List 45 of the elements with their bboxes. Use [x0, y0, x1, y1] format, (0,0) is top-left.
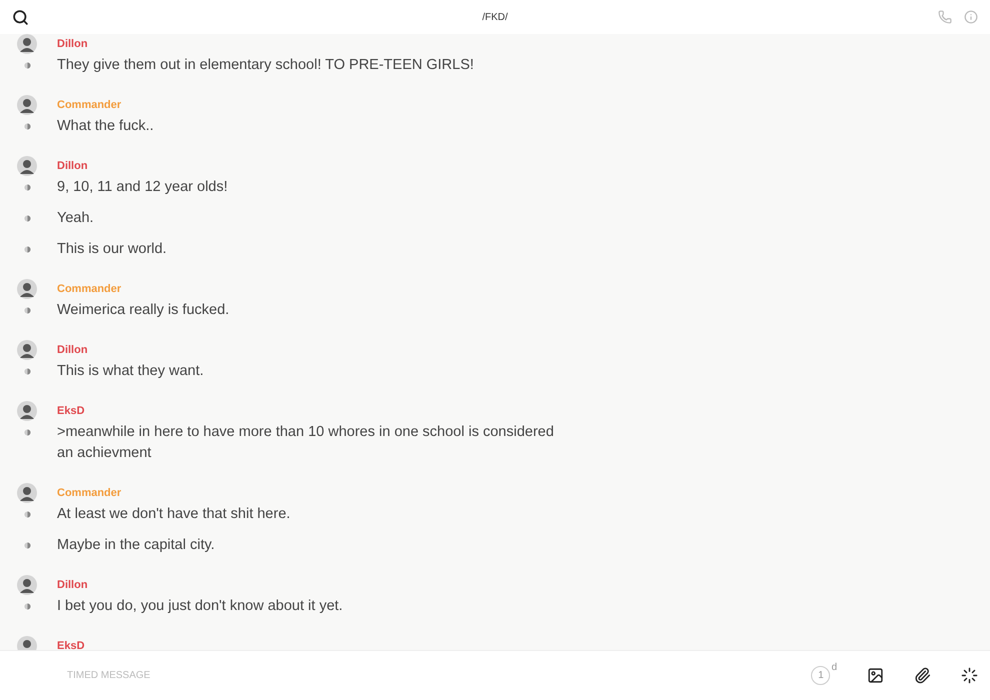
- author-name: Commander: [57, 282, 122, 297]
- status-icon: [24, 123, 30, 130]
- status-icon: [24, 307, 30, 314]
- avatar: [17, 34, 37, 54]
- status-icon: [24, 542, 30, 549]
- message-text: This is our world.: [57, 240, 168, 259]
- status-icon: [24, 184, 30, 191]
- spinner-icon[interactable]: [961, 667, 978, 684]
- status-icon: [24, 215, 30, 222]
- avatar: [17, 340, 37, 360]
- message-text: 9, 10, 11 and 12 year olds!: [57, 178, 229, 197]
- avatar: [17, 401, 37, 421]
- avatar: [17, 279, 37, 299]
- message-text: Yeah.: [57, 209, 95, 228]
- status-icon: [24, 246, 30, 253]
- message-text: Maybe in the capital city.: [57, 536, 216, 555]
- avatar: [17, 575, 37, 595]
- message-text: They give them out in elementary school! TO PRE-TEEN GIRLS!: [57, 56, 475, 75]
- status-icon: [24, 603, 30, 610]
- message-text: What the fuck..: [57, 117, 155, 136]
- status-icon: [24, 511, 30, 518]
- search-icon[interactable]: [12, 8, 29, 26]
- author-name: Commander: [57, 486, 122, 501]
- avatar: [17, 156, 37, 176]
- status-icon: [24, 368, 30, 375]
- author-name: Commander: [57, 98, 122, 113]
- author-name: EksD: [57, 404, 85, 419]
- message-input[interactable]: TIMED MESSAGE: [67, 668, 812, 683]
- avatar: [17, 483, 37, 503]
- message-text: This is what they want.: [57, 362, 205, 381]
- paperclip-icon[interactable]: [914, 667, 931, 684]
- author-name: Dillon: [57, 342, 88, 358]
- status-icon: [24, 62, 30, 69]
- author-name: Dillon: [57, 578, 88, 593]
- author-name: Dillon: [57, 36, 88, 52]
- status-icon: [24, 429, 30, 436]
- message-text: I bet you do, you just don't know about it yet.: [57, 597, 344, 616]
- image-icon[interactable]: [867, 667, 884, 684]
- avatar: [17, 95, 37, 115]
- author-name: EksD: [57, 638, 85, 650]
- message-text: >meanwhile in here to have more than 10 whores in one school is considered an achievment: [57, 423, 555, 463]
- message-text: At least we don't have that shit here.: [57, 505, 292, 524]
- chat-title: /FKD/: [482, 10, 508, 24]
- author-name: Dillon: [57, 158, 88, 174]
- message-text: Weimerica really is fucked.: [57, 301, 230, 320]
